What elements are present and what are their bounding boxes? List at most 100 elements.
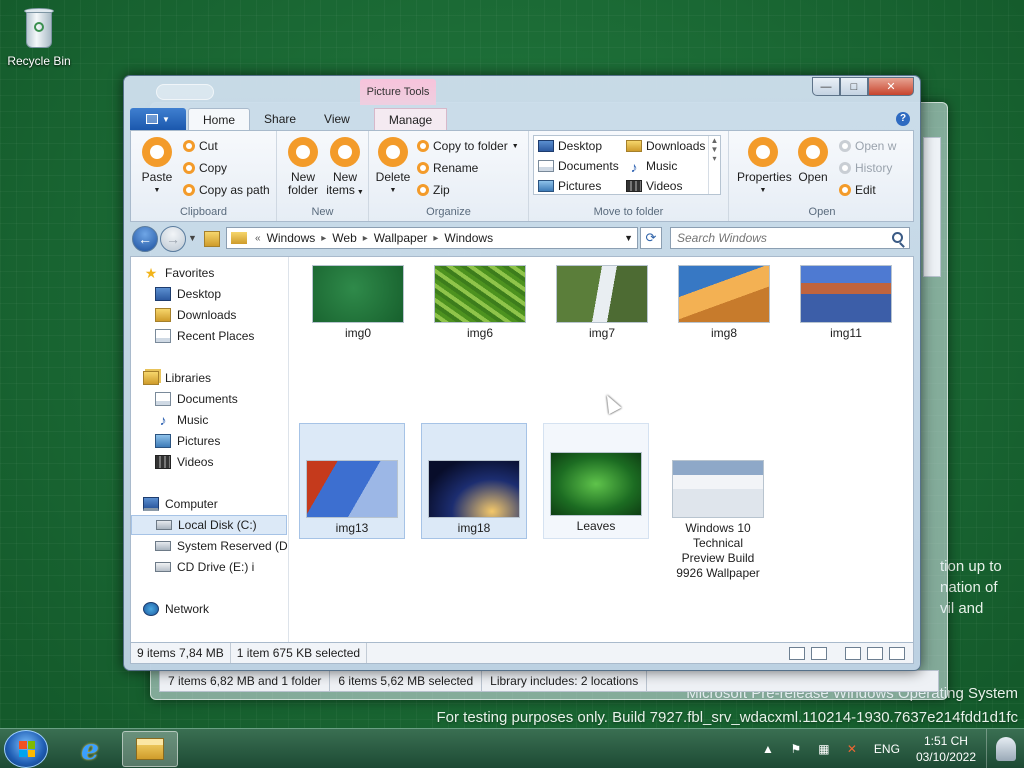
file-tile[interactable]: img0	[305, 265, 411, 344]
explorer-window[interactable]: Picture Tools — □ ✕ ▼ Home Share View Ma…	[123, 75, 921, 671]
nav-system-reserved-d[interactable]: System Reserved (D:	[155, 536, 288, 556]
move-to-desktop-item[interactable]: Desktop	[538, 137, 602, 155]
breadcrumb-item[interactable]: Web	[328, 231, 360, 245]
paste-button[interactable]: Paste ▼	[137, 137, 177, 197]
gallery-scrollbar[interactable]: ▲ ▼ ▾	[708, 136, 720, 194]
file-menu-button[interactable]: ▼	[130, 108, 186, 130]
move-to-music-item[interactable]: ♪ Music	[626, 157, 678, 175]
file-tile-selected[interactable]: img18	[421, 423, 527, 539]
breadcrumb-item[interactable]: Wallpaper	[370, 231, 432, 245]
cut-button[interactable]: Cut	[183, 137, 218, 155]
minimize-button[interactable]: —	[812, 77, 840, 96]
edit-button[interactable]: Edit	[839, 181, 876, 199]
nav-recent-places[interactable]: Recent Places	[155, 326, 288, 346]
nav-music[interactable]: ♪ Music	[155, 410, 288, 430]
move-to-pictures-item[interactable]: Pictures	[538, 177, 601, 195]
show-desktop-button[interactable]	[986, 729, 1024, 768]
navigation-pane[interactable]: ★ Favorites Desktop Downloads Recent Pla…	[131, 257, 289, 643]
clock[interactable]: 1:51 CH 03/10/2022	[916, 733, 976, 765]
title-bar[interactable]: Picture Tools — □ ✕	[124, 76, 920, 106]
nav-documents[interactable]: Documents	[155, 389, 288, 409]
search-input[interactable]	[677, 231, 877, 245]
volume-muted-icon[interactable]: ✕	[844, 741, 860, 757]
open-button[interactable]: Open	[793, 137, 833, 184]
nav-favorites[interactable]: ★ Favorites	[143, 263, 288, 283]
forward-button[interactable]: →	[160, 226, 186, 252]
zip-button[interactable]: Zip	[417, 181, 450, 199]
nav-computer[interactable]: Computer	[143, 494, 288, 514]
chevron-right-icon[interactable]: ▸	[319, 233, 328, 244]
move-to-downloads-item[interactable]: Downloads	[626, 137, 705, 155]
open-with-button[interactable]: Open w	[839, 137, 896, 155]
nav-videos[interactable]: Videos	[155, 452, 288, 472]
preview-pane-icon[interactable]	[845, 647, 861, 660]
search-box[interactable]	[670, 227, 910, 249]
chevron-right-icon[interactable]: ▸	[431, 233, 440, 244]
thumbnails-view-icon[interactable]	[811, 647, 827, 660]
tab-home[interactable]: Home	[188, 108, 251, 130]
file-explorer-icon	[136, 738, 164, 760]
address-bar[interactable]: « Windows ▸ Web ▸ Wallpaper ▸ Windows ▼	[226, 227, 638, 249]
move-to-folder-gallery[interactable]: Desktop Downloads Documents ♪ Music Pict…	[533, 135, 721, 195]
nav-desktop[interactable]: Desktop	[155, 284, 288, 304]
tab-view[interactable]: View	[310, 108, 364, 130]
navigation-pane-icon[interactable]	[889, 647, 905, 660]
edit-label: Edit	[855, 183, 876, 197]
nav-cd-drive-e[interactable]: CD Drive (E:) i	[155, 557, 288, 577]
nav-downloads[interactable]: Downloads	[155, 305, 288, 325]
file-tile[interactable]: Windows 10 Technical Preview Build 9926 …	[665, 423, 771, 581]
move-to-videos-item[interactable]: Videos	[626, 177, 682, 195]
taskbar-file-explorer[interactable]	[122, 731, 178, 767]
new-items-button[interactable]: New items ▼	[325, 137, 365, 199]
details-pane-icon[interactable]	[867, 647, 883, 660]
details-view-icon[interactable]	[789, 647, 805, 660]
cut-icon	[183, 140, 195, 152]
file-name-line: 9926 Wallpaper	[676, 566, 760, 580]
move-to-documents-item[interactable]: Documents	[538, 157, 619, 175]
file-tile[interactable]: img6	[427, 265, 533, 344]
show-hidden-icons-icon[interactable]: ▲	[760, 741, 776, 757]
taskbar-internet-explorer[interactable]: e	[62, 731, 118, 767]
file-tile[interactable]: img11	[793, 265, 899, 344]
copy-button[interactable]: Copy	[183, 159, 227, 177]
back-button[interactable]: ←	[132, 226, 158, 252]
copy-as-path-button[interactable]: Copy as path	[183, 181, 270, 199]
new-folder-button[interactable]: New folder	[283, 137, 323, 197]
network-icon	[143, 602, 159, 616]
file-tile-hovered[interactable]: Leaves	[543, 423, 649, 539]
up-folder-icon[interactable]	[204, 231, 220, 247]
network-status-icon[interactable]: ▦	[816, 741, 832, 757]
nav-local-disk-c[interactable]: Local Disk (C:)	[131, 515, 287, 535]
properties-button[interactable]: Properties ▼	[737, 137, 792, 197]
breadcrumb-item[interactable]: Windows	[440, 231, 497, 245]
nav-pictures[interactable]: Pictures	[155, 431, 288, 451]
history-button[interactable]: History	[839, 159, 892, 177]
breadcrumb-overflow[interactable]: «	[253, 233, 263, 244]
recent-locations-dropdown[interactable]: ▼	[188, 233, 197, 243]
refresh-button[interactable]: ⟳	[640, 227, 662, 249]
file-tile[interactable]: img7	[549, 265, 655, 344]
file-list[interactable]: img0 img6 img7 img8 img11 img13 img18 Le…	[291, 257, 911, 643]
breadcrumb-item[interactable]: Windows	[263, 231, 320, 245]
help-icon[interactable]: ?	[896, 112, 910, 126]
file-tile[interactable]: img8	[671, 265, 777, 344]
chevron-down-icon[interactable]: ▼	[624, 233, 633, 243]
file-tile-selected[interactable]: img13	[299, 423, 405, 539]
search-icon[interactable]	[892, 232, 903, 243]
nav-network[interactable]: Network	[143, 599, 288, 619]
start-button[interactable]	[4, 730, 48, 768]
tab-manage[interactable]: Manage	[373, 108, 448, 130]
nav-libraries[interactable]: Libraries	[143, 368, 288, 388]
action-center-flag-icon[interactable]: ⚑	[788, 741, 804, 757]
chevron-right-icon[interactable]: ▸	[361, 233, 370, 244]
language-indicator[interactable]: ENG	[874, 742, 900, 756]
tab-share[interactable]: Share	[250, 108, 310, 130]
maximize-button[interactable]: □	[840, 77, 868, 96]
recycle-bin-desktop-icon[interactable]: Recycle Bin	[6, 6, 72, 68]
quick-access-toolbar[interactable]	[156, 84, 214, 100]
rename-button[interactable]: Rename	[417, 159, 478, 177]
copy-to-folder-button[interactable]: Copy to folder ▼	[417, 137, 519, 155]
delete-button[interactable]: Delete ▼	[373, 137, 413, 197]
background-status-items: 7 items 6,82 MB and 1 folder	[160, 671, 331, 691]
close-button[interactable]: ✕	[868, 77, 914, 96]
